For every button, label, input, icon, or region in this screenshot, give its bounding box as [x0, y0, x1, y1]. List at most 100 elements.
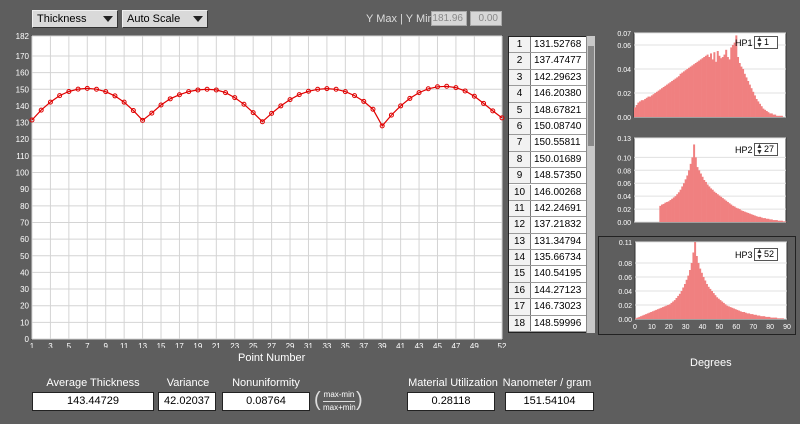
list-item[interactable]: 6 150.08740: [509, 118, 593, 136]
hist-y-tick-label: 0.02: [617, 91, 631, 98]
x-tick-label: 11: [120, 342, 129, 348]
list-item[interactable]: 17 146.73023: [509, 299, 593, 316]
formula-numerator: max-min: [323, 390, 355, 399]
hp3-value: 52: [764, 249, 775, 259]
list-item-value: 148.57350: [534, 170, 582, 182]
list-item-value: 131.52768: [534, 39, 582, 50]
x-tick-label: 52: [498, 342, 507, 348]
list-item-index: 17: [509, 299, 531, 315]
hist-x-tick-label: 10: [648, 324, 656, 331]
list-item-value: 148.59996: [534, 317, 582, 329]
scale-select-value: Auto Scale: [127, 13, 181, 25]
hp3-stepper[interactable]: ▲ ▼ 52: [754, 248, 778, 261]
list-item[interactable]: 3 142.29623: [509, 69, 593, 87]
hist-y-tick-label: 0.08: [617, 168, 631, 175]
degrees-axis-title: Degrees: [690, 357, 732, 369]
list-item-index: 14: [509, 250, 531, 266]
list-item[interactable]: 11 142.24691: [509, 200, 593, 218]
point-value-list[interactable]: 1 131.52768 2 137.47477 3 142.29623 4 146.20380…: [508, 36, 594, 333]
list-item[interactable]: 15 140.54195: [509, 266, 593, 283]
measure-select[interactable]: Thickness: [32, 10, 118, 28]
hist-y-tick-label: 0.00: [617, 115, 631, 122]
hist-x-tick-label: 50: [716, 324, 724, 331]
list-item-index: 15: [509, 266, 531, 282]
x-tick-label: 43: [415, 342, 424, 348]
formula-paren-left: (: [314, 389, 321, 411]
x-tick-label: 7: [85, 342, 90, 348]
stepper-arrows-icon[interactable]: ▲ ▼: [756, 36, 763, 49]
avg-thickness-field: 143.44729: [32, 392, 154, 411]
list-item-value: 135.66734: [534, 252, 582, 264]
list-item[interactable]: 2 137.47477: [509, 53, 593, 70]
hist-y-tick-label: 0.04: [617, 67, 631, 74]
hist-y-tick-label: 0.02: [618, 303, 632, 310]
list-item[interactable]: 13 131.34794: [509, 233, 593, 251]
x-tick-label: 15: [157, 342, 166, 348]
list-item[interactable]: 4 146.20380: [509, 86, 593, 103]
hist-x-tick-label: 60: [732, 324, 740, 331]
list-item-value: 140.54195: [534, 268, 582, 280]
hist-y-tick-label: 0.10: [617, 155, 631, 162]
list-item-index: 12: [509, 217, 531, 233]
x-tick-label: 25: [249, 342, 258, 348]
nonuniformity-label: Nonuniformity: [232, 377, 300, 389]
y-tick-label: 140: [16, 102, 30, 111]
x-tick-label: 3: [48, 342, 53, 348]
list-item-index: 1: [509, 37, 531, 53]
ymin-field[interactable]: 0.00: [470, 11, 502, 26]
y-tick-label: 80: [20, 202, 29, 211]
hist-bar: [780, 115, 783, 117]
list-item-index: 2: [509, 53, 531, 69]
y-tick-label: 120: [16, 135, 30, 144]
hp2-value: 27: [764, 144, 775, 154]
x-tick-label: 13: [138, 342, 147, 348]
stepper-arrows-icon[interactable]: ▲ ▼: [756, 143, 763, 156]
y-tick-label: 70: [20, 218, 29, 227]
list-item-value: 137.47477: [534, 55, 582, 67]
list-item-index: 8: [509, 151, 531, 168]
list-item-value: 142.29623: [534, 71, 582, 83]
scrollbar-thumb[interactable]: [588, 46, 594, 146]
scale-select[interactable]: Auto Scale: [122, 10, 208, 28]
list-item[interactable]: 14 135.66734: [509, 250, 593, 267]
list-item-value: 146.20380: [534, 88, 582, 100]
y-tick-label: 100: [16, 169, 30, 178]
list-item[interactable]: 16 144.27123: [509, 282, 593, 300]
hp2-stepper[interactable]: ▲ ▼ 27: [754, 143, 778, 156]
y-tick-label: 130: [16, 119, 30, 128]
x-tick-label: 9: [103, 342, 108, 348]
list-item[interactable]: 8 150.01689: [509, 151, 593, 169]
list-item[interactable]: 12 137.21832: [509, 217, 593, 234]
hist-x-tick-label: 80: [766, 324, 774, 331]
list-item[interactable]: 5 148.67821: [509, 102, 593, 119]
hist-y-tick-label: 0.04: [617, 194, 631, 201]
list-item-value: 150.08740: [534, 120, 582, 132]
list-item[interactable]: 18 148.59996: [509, 315, 593, 332]
list-scrollbar[interactable]: [586, 36, 595, 333]
ymax-field[interactable]: 181.96: [431, 11, 467, 26]
hist-y-tick-label: 0.06: [617, 43, 631, 50]
list-item-index: 6: [509, 118, 531, 135]
histogram-hp3: 0.00 0.02 0.04 0.06 0.08 0.11 0 10 20 30 40 50 60 70 8…: [598, 236, 796, 335]
hist-y-tick-label: 0.08: [618, 261, 632, 268]
nonuniformity-formula: ( max-min max+min ): [314, 387, 364, 415]
nonuniformity-field: 0.08764: [222, 392, 310, 411]
x-tick-label: 33: [322, 342, 331, 348]
list-item-value: 142.24691: [534, 202, 582, 214]
list-item[interactable]: 9 148.57350: [509, 168, 593, 185]
list-item[interactable]: 10 146.00268: [509, 184, 593, 201]
measure-select-value: Thickness: [37, 13, 87, 25]
list-item[interactable]: 1 131.52768: [509, 37, 593, 54]
list-item-value: 146.73023: [534, 301, 582, 313]
formula-denominator: max+min: [323, 403, 356, 412]
x-tick-label: 31: [304, 342, 313, 348]
y-tick-label: 170: [16, 52, 30, 61]
list-item-value: 150.55811: [534, 137, 581, 149]
stepper-arrows-icon[interactable]: ▲ ▼: [756, 248, 763, 261]
hp1-stepper[interactable]: ▲ ▼ 1: [754, 36, 778, 49]
x-tick-label: 27: [267, 342, 276, 348]
variance-label: Variance: [166, 377, 210, 389]
list-item-value: 144.27123: [534, 284, 582, 296]
list-item-index: 4: [509, 86, 531, 102]
list-item[interactable]: 7 150.55811: [509, 135, 593, 152]
